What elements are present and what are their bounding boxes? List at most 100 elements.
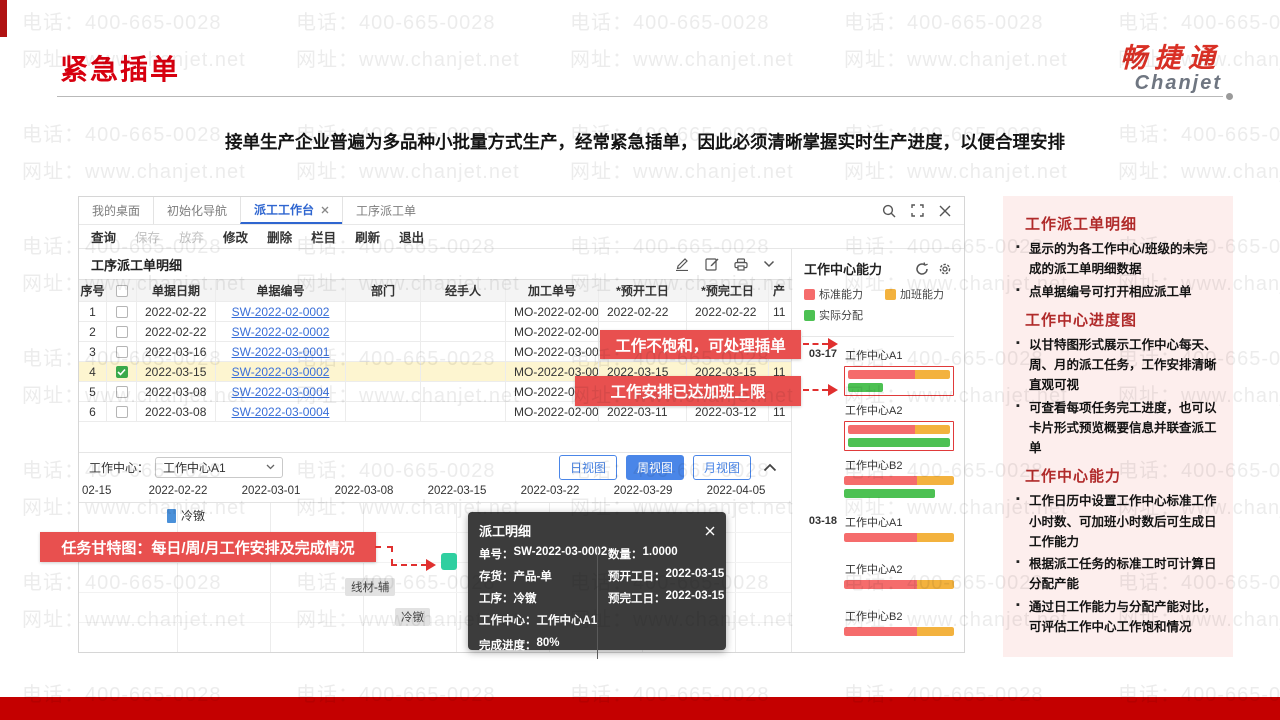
watermark-text: 网址：www.chanjet.net (296, 49, 520, 71)
annotate-icon[interactable] (675, 257, 690, 271)
gantt-controls: 工作中心： 工作中心A1 日视图 周视图 月视图 (79, 452, 791, 481)
row-checkbox[interactable] (107, 402, 137, 421)
doc-link[interactable]: SW-2022-03-0004 (232, 385, 330, 399)
field-label: 预开工日： (608, 571, 666, 583)
tab-my-desktop[interactable]: 我的桌面 (79, 197, 153, 224)
popup-close-icon[interactable] (705, 526, 715, 536)
watermark-text: 网址：www.chanjet.net (570, 161, 794, 183)
workcenter-name: 工作中心A1 (845, 517, 903, 529)
popup-title: 派工明细 (479, 524, 532, 539)
notes-heading: 工作中心能力 (1025, 468, 1122, 486)
capacity-panel: 工作中心能力 标准能力 加班能力 实际分配 03-17 工作中心A1 工作中心A… (791, 249, 964, 652)
doc-link[interactable]: SW-2022-03-0001 (232, 345, 330, 359)
refresh-icon[interactable] (915, 261, 929, 276)
header-checkbox[interactable] (107, 280, 137, 301)
gantt-task-green[interactable] (441, 553, 457, 570)
tab-process-dispatch[interactable]: 工序派工单 (342, 197, 429, 224)
workcenter-select[interactable]: 工作中心A1 (155, 456, 284, 478)
capacity-bars (844, 533, 954, 542)
gantt-task-chip[interactable]: 线材-辅 (345, 578, 396, 596)
close-icon[interactable] (939, 205, 951, 217)
cell-agent (421, 342, 506, 361)
watermark-text: 电话：400-665-0028 (296, 12, 496, 34)
table-header-row: 序号 单据日期 单据编号 部门 经手人 加工单号 *预开工日 *预完工日 产 (79, 280, 791, 302)
doc-link[interactable]: SW-2022-02-0002 (232, 305, 330, 319)
collapse-icon[interactable] (763, 463, 777, 472)
section-icons (675, 257, 775, 271)
arrow-head-icon (828, 338, 844, 350)
field-label: 单号： (479, 549, 514, 561)
tab-label: 工序派工单 (356, 204, 417, 218)
maximize-icon[interactable] (911, 204, 924, 217)
arrow-head-icon (426, 559, 442, 571)
workcenter-name: 工作中心B2 (845, 460, 903, 472)
view-detail-link[interactable]: 查看详细 (666, 661, 714, 675)
timeline-tick: 2022-04-05 (706, 485, 766, 497)
toolbar-save[interactable]: 保存 (135, 227, 160, 246)
task-bar-blue (167, 508, 176, 523)
logo-en-text: Chanjet (1134, 72, 1222, 94)
week-view-button[interactable]: 周视图 (625, 454, 684, 480)
task-label: 冷镦 (181, 509, 206, 523)
table-row[interactable]: 1 2022-02-22 SW-2022-02-0002 MO-2022-02-… (79, 302, 791, 322)
search-icon[interactable] (882, 204, 896, 218)
timeline-tick: 2022-03-01 (241, 485, 301, 497)
timeline-tick: 2022-03-29 (613, 485, 673, 497)
row-checkbox[interactable] (107, 382, 137, 401)
edit-icon[interactable] (705, 257, 719, 271)
cell-dept (346, 342, 421, 361)
watermark-text: 网址：www.chanjet.net (844, 161, 1068, 183)
field-value: 1.0000 (642, 546, 678, 558)
toolbar-query[interactable]: 查询 (91, 227, 116, 246)
gantt-task-bar[interactable]: 冷镦 (167, 507, 205, 524)
gantt-task-chip[interactable]: 冷镦 (395, 608, 430, 626)
toolbar-exit[interactable]: 退出 (399, 227, 424, 246)
field-label: 数量： (608, 549, 643, 561)
slide: 紧急插单 畅捷通 Chanjet 接单生产企业普遍为多品种小批量方式生产，经常紧… (0, 0, 1280, 720)
cell-dept (346, 402, 421, 421)
chevron-down-icon[interactable] (763, 260, 775, 268)
cell-dept (346, 322, 421, 341)
field-value: 2022-03-15 (665, 590, 725, 602)
row-checkbox[interactable] (107, 342, 137, 361)
row-checkbox[interactable] (107, 322, 137, 341)
month-view-button[interactable]: 月视图 (692, 454, 751, 480)
watermark-text: 电话：400-665-0028 (1118, 12, 1280, 34)
cell-dept (346, 362, 421, 381)
watermark-text: 网址：www.chanjet.net (296, 161, 520, 183)
toolbar-refresh[interactable]: 刷新 (355, 227, 380, 246)
workcenter-label: 工作中心： (89, 460, 150, 475)
toolbar-discard[interactable]: 放弃 (179, 227, 204, 246)
notes-heading: 工作派工单明细 (1025, 216, 1138, 233)
toolbar-columns[interactable]: 栏目 (311, 227, 336, 246)
cell-no: 3 (79, 342, 107, 361)
doc-link[interactable]: SW-2022-03-0002 (232, 365, 330, 379)
field-value: SW-2022-03-0002 (513, 546, 608, 558)
print-icon[interactable] (734, 257, 748, 271)
callout-overtime-limit: 工作安排已达加班上限 (575, 376, 801, 406)
cell-agent (421, 382, 506, 401)
legend-swatch-allocated (804, 309, 815, 321)
tab-init-nav[interactable]: 初始化导航 (153, 197, 240, 224)
col-start: *预开工日 (599, 280, 687, 301)
col-end: *预完工日 (687, 280, 769, 301)
tab-dispatch-workbench[interactable]: 派工工作台 (240, 197, 343, 224)
doc-link[interactable]: SW-2022-02-0002 (232, 325, 330, 339)
gear-icon[interactable] (938, 262, 952, 276)
toolbar-delete[interactable]: 删除 (267, 227, 292, 246)
day-view-button[interactable]: 日视图 (558, 454, 617, 480)
arrow-dash (391, 546, 393, 565)
row-checkbox[interactable] (107, 302, 137, 321)
capacity-bars (844, 421, 954, 451)
arrow-dash (391, 564, 427, 566)
doc-link[interactable]: SW-2022-03-0004 (232, 405, 330, 419)
cell-no: 5 (79, 382, 107, 401)
notes-bullet: 可查看每项任务完工进度，也可以卡片形式预览概要信息并联查派工单 (1015, 398, 1219, 459)
watermark-text: 电话：400-665-0028 (22, 12, 222, 34)
tab-close-icon[interactable] (321, 206, 329, 214)
notes-bullet: 显示的为各工作中心/班级的未完成的派工单明细数据 (1015, 239, 1219, 280)
cell-start: 2022-02-22 (599, 302, 687, 321)
row-checkbox-checked[interactable] (107, 362, 137, 381)
toolbar-modify[interactable]: 修改 (223, 227, 248, 246)
field-label: 存货： (479, 571, 514, 583)
